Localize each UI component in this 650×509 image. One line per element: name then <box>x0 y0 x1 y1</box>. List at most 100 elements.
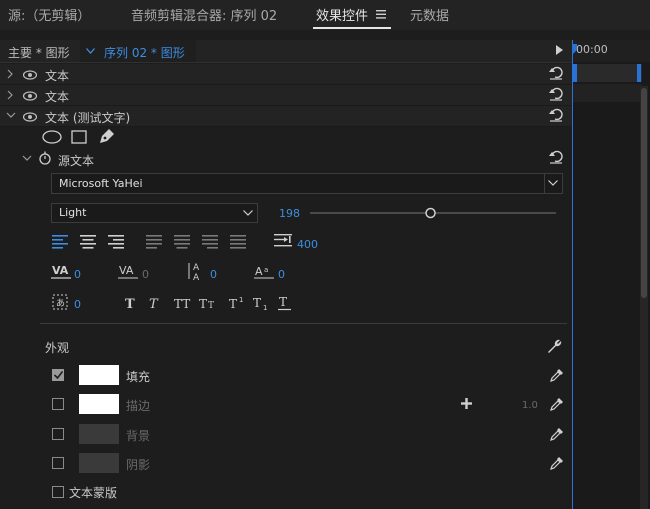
eyedropper-icon[interactable] <box>550 456 564 470</box>
tracking-icon[interactable]: VA <box>118 263 138 281</box>
layer-label: 文本 <box>45 90 70 104</box>
chevron-down-icon[interactable] <box>86 48 95 54</box>
justify-all-icon[interactable] <box>230 235 246 249</box>
tab-width-icon[interactable] <box>274 234 292 249</box>
stroke-color-swatch[interactable] <box>79 394 119 414</box>
divider <box>40 323 567 324</box>
superscript-icon[interactable]: T1 <box>229 295 245 310</box>
master-clip-label[interactable]: 主要 * 图形 <box>8 44 70 61</box>
shadow-checkbox[interactable] <box>52 457 64 469</box>
align-center-icon[interactable] <box>80 235 96 249</box>
svg-text:a: a <box>264 266 268 274</box>
chevron-down-icon[interactable] <box>243 210 253 216</box>
chevron-right-icon[interactable] <box>6 69 16 79</box>
reset-icon[interactable] <box>549 150 563 164</box>
font-style-value: Light <box>59 206 87 219</box>
reset-icon[interactable] <box>549 108 563 122</box>
hamburger-icon[interactable] <box>376 10 386 19</box>
baseline-shift-value[interactable]: 0 <box>278 268 285 281</box>
add-stroke-icon[interactable] <box>461 398 472 409</box>
checkmark-icon <box>54 371 63 379</box>
baseline-shift-icon[interactable]: Aa <box>254 263 274 281</box>
svg-text:T: T <box>253 296 261 310</box>
chevron-down-icon[interactable] <box>548 180 558 186</box>
tracking-value[interactable]: 0 <box>142 268 149 281</box>
background-color-swatch[interactable] <box>79 424 119 444</box>
eye-icon[interactable] <box>23 70 37 80</box>
font-family-value: Microsoft YaHei <box>59 177 143 190</box>
small-caps-icon[interactable]: TT <box>199 296 219 310</box>
font-size-value[interactable]: 198 <box>279 207 300 220</box>
play-toggle-icon[interactable] <box>556 45 563 55</box>
eyedropper-icon[interactable] <box>550 427 564 441</box>
shadow-color-swatch[interactable] <box>79 453 119 473</box>
tsume-icon[interactable]: あ <box>52 294 68 310</box>
align-right-icon[interactable] <box>108 235 124 249</box>
rectangle-mask-icon[interactable] <box>71 130 87 144</box>
timeline-row <box>573 84 642 102</box>
svg-text:A: A <box>193 273 200 281</box>
faux-bold-icon[interactable]: T <box>124 296 138 310</box>
sequence-clip-label[interactable]: 序列 02 * 图形 <box>104 44 185 61</box>
reset-icon[interactable] <box>549 87 563 101</box>
tab-source[interactable]: 源:（无剪辑） <box>8 5 90 24</box>
svg-text:VA: VA <box>52 264 69 277</box>
all-caps-icon[interactable]: TT <box>174 296 194 310</box>
clip-out-marker <box>637 64 641 82</box>
chevron-down-icon[interactable] <box>22 154 32 164</box>
layer-label: 文本 <box>45 69 70 83</box>
faux-italic-icon[interactable]: T <box>148 296 162 310</box>
scrollbar-thumb[interactable] <box>641 88 647 298</box>
chevron-down-icon[interactable] <box>6 111 16 121</box>
playhead-line[interactable] <box>572 40 573 509</box>
align-left-icon[interactable] <box>52 235 68 249</box>
svg-text:VA: VA <box>119 264 134 277</box>
tab-audio-clip-mixer[interactable]: 音频剪辑混合器: 序列 02 <box>131 5 277 24</box>
pen-mask-icon[interactable] <box>97 128 115 145</box>
timeline-clip[interactable] <box>573 64 642 82</box>
eye-icon[interactable] <box>23 91 37 101</box>
layer-row-1[interactable] <box>0 64 572 85</box>
svg-text:A: A <box>255 265 263 278</box>
stroke-checkbox[interactable] <box>52 398 64 410</box>
svg-text:T: T <box>149 297 159 310</box>
ellipse-mask-icon[interactable] <box>42 130 62 144</box>
tsume-value[interactable]: 0 <box>74 298 81 311</box>
text-mask-label: 文本蒙版 <box>69 486 118 500</box>
svg-text:TT: TT <box>174 297 190 310</box>
divider <box>0 62 572 63</box>
subscript-icon[interactable]: T1 <box>253 295 269 311</box>
kerning-icon[interactable]: VA <box>51 263 71 281</box>
appearance-title: 外观 <box>45 341 70 355</box>
justify-center-icon[interactable] <box>174 235 190 249</box>
fill-color-swatch[interactable] <box>79 365 119 385</box>
eyedropper-icon[interactable] <box>550 397 564 411</box>
tab-metadata[interactable]: 元数据 <box>410 5 449 24</box>
chevron-right-icon[interactable] <box>6 90 16 100</box>
wrench-icon[interactable] <box>546 338 562 354</box>
reset-icon[interactable] <box>549 66 563 80</box>
divider <box>544 174 545 193</box>
leading-value[interactable]: 0 <box>210 268 217 281</box>
layer-row-2[interactable] <box>0 85 572 106</box>
shadow-label: 阴影 <box>126 458 151 472</box>
stopwatch-icon[interactable] <box>38 151 52 165</box>
justify-right-icon[interactable] <box>202 235 218 249</box>
kerning-value[interactable]: 0 <box>74 268 81 281</box>
eye-icon[interactable] <box>23 112 37 122</box>
stroke-width-value[interactable]: 1.0 <box>522 400 538 411</box>
text-mask-checkbox[interactable] <box>52 486 64 498</box>
justify-left-icon[interactable] <box>146 235 162 249</box>
background-checkbox[interactable] <box>52 428 64 440</box>
clip-in-marker <box>573 64 577 82</box>
tab-width-value[interactable]: 400 <box>297 238 318 251</box>
svg-text:T: T <box>208 301 214 310</box>
mini-timeline[interactable] <box>572 40 650 509</box>
stroke-label: 描边 <box>126 399 151 413</box>
font-size-slider[interactable] <box>308 206 558 220</box>
leading-icon[interactable]: AA <box>186 261 206 281</box>
active-tab-indicator <box>313 27 391 29</box>
underline-icon[interactable]: T <box>278 295 292 311</box>
tab-effect-controls[interactable]: 效果控件 <box>316 5 368 24</box>
eyedropper-icon[interactable] <box>550 368 564 382</box>
